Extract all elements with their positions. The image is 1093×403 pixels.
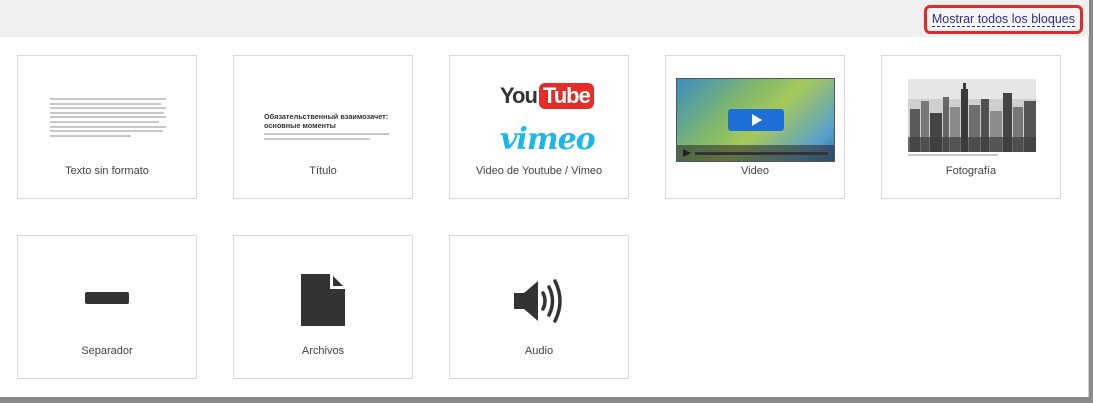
block-video[interactable]: Video (665, 55, 845, 199)
show-all-blocks-link[interactable]: Mostrar todos los bloques (931, 12, 1075, 27)
block-photo[interactable]: Fotografía (881, 55, 1061, 199)
window-bottom-edge (0, 397, 1093, 403)
play-icon (728, 109, 784, 131)
video-control-bar (677, 145, 834, 161)
blocks-panel: Texto sin formato Обязательственный взаи… (0, 37, 1089, 397)
block-files[interactable]: Archivos (233, 235, 413, 379)
block-label: Título (309, 165, 337, 177)
window-frame: Mostrar todos los bloques Texto sin form… (0, 0, 1093, 403)
window-right-edge (1089, 0, 1093, 403)
separator-icon (85, 292, 129, 304)
video-player-preview (676, 78, 835, 162)
video-progress-track (695, 152, 828, 155)
block-label: Video (741, 165, 769, 177)
youtube-vimeo-logo: You Tube vimeo (450, 56, 628, 157)
show-all-highlight: Mostrar todos los bloques (923, 5, 1083, 34)
city-photo-preview (908, 79, 1036, 152)
small-play-icon (683, 149, 691, 157)
block-label: Fotografía (945, 165, 997, 177)
block-title[interactable]: Обязательственный взаимозачет: основные … (233, 55, 413, 199)
top-toolbar: Mostrar todos los bloques (0, 0, 1089, 37)
block-plain-text[interactable]: Texto sin formato (17, 55, 197, 199)
block-label: Video de Youtube / Vimeo (475, 165, 603, 177)
block-separator[interactable]: Separador (17, 235, 197, 379)
youtube-logo-tube: Tube (538, 83, 594, 109)
vimeo-logo: vimeo (500, 122, 596, 157)
block-label: Separador (81, 345, 133, 357)
block-label: Texto sin formato (65, 165, 149, 177)
block-youtube-vimeo[interactable]: You Tube vimeo Video de Youtube / Vimeo (449, 55, 629, 199)
block-label: Audio (524, 345, 554, 357)
youtube-logo-text: You (500, 83, 538, 108)
title-preview: Обязательственный взаимозачет: основные … (234, 56, 412, 156)
file-icon (301, 274, 345, 326)
block-label: Archivos (301, 345, 345, 357)
block-audio[interactable]: Audio (449, 235, 629, 379)
photo-caption-line (908, 154, 998, 156)
speaker-icon (514, 279, 562, 323)
plain-text-preview (18, 56, 196, 156)
youtube-logo: You Tube (500, 83, 594, 109)
title-preview-heading: Обязательственный взаимозачет: основные … (264, 112, 389, 130)
